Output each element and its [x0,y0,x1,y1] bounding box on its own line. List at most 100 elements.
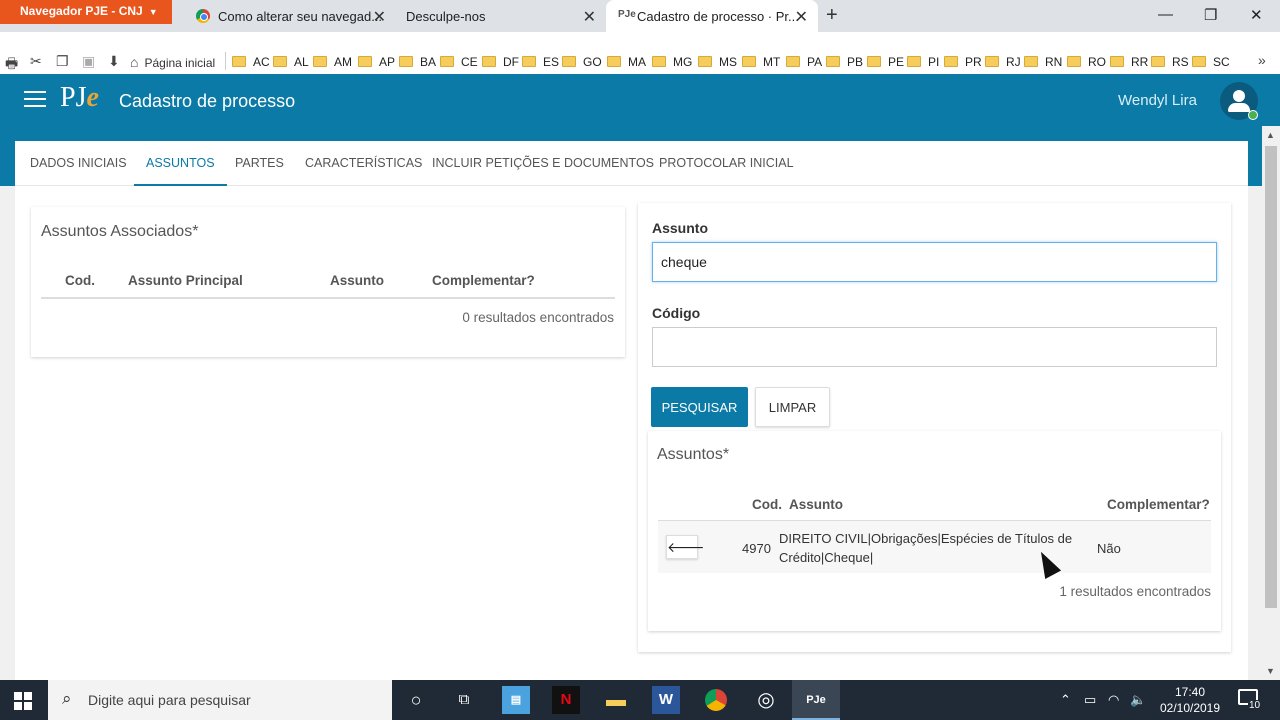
bookmark-label: ES [543,55,560,69]
bookmark-label: RR [1131,55,1149,69]
bookmark-folder[interactable]: RJ [985,55,1021,69]
close-icon[interactable]: ✕ [583,7,596,27]
folder-icon [742,56,756,67]
user-name[interactable]: Wendyl Lira [1118,92,1197,109]
bookmark-folder[interactable]: RS [1151,55,1189,69]
home-label: Página inicial [144,56,216,70]
row-complement: Não [1097,541,1121,556]
paste-icon[interactable]: ▣ [82,53,95,70]
bookmark-folder[interactable]: PE [867,55,904,69]
bookmark-folder[interactable]: PA [786,55,822,69]
bookmark-folder[interactable]: GO [562,55,602,69]
bookmark-label: SC [1213,55,1230,69]
bookmark-folder[interactable]: PB [826,55,863,69]
bookmark-folder[interactable]: MT [742,55,780,69]
bookmark-folder[interactable]: MG [652,55,692,69]
bookmark-folder[interactable]: AC [232,55,270,69]
page-title: Cadastro de processo [119,91,296,111]
page-scrollbar[interactable]: ▲ ▼ [1262,126,1280,680]
bookmark-folder[interactable]: RO [1067,55,1106,69]
obs-icon[interactable]: ◎ [752,686,780,714]
bookmark-folder[interactable]: ES [522,55,559,69]
volume-icon[interactable]: 🔈 [1130,692,1146,708]
tab-label: Cadastro de processo · Pr... [637,9,799,24]
wifi-icon[interactable]: ◠ [1108,692,1119,708]
netflix-icon[interactable]: N [552,686,580,714]
tab-label: Desculpe-nos [406,9,486,24]
word-icon[interactable]: W [652,686,680,714]
cut-icon[interactable]: ✂ [30,53,42,70]
windows-start-icon[interactable] [14,692,32,710]
bookmark-folder[interactable]: BA [399,55,436,69]
subject-input[interactable] [652,242,1217,282]
folder-icon [944,56,958,67]
folder-icon [399,56,413,67]
bookmark-folder[interactable]: MA [607,55,646,69]
bookmark-folder[interactable]: AP [358,55,395,69]
window-close-icon[interactable]: ✕ [1250,6,1263,24]
row-subject-line2: Crédito|Cheque| [779,550,874,565]
system-clock[interactable]: 17:40 02/10/2019 [1150,684,1230,716]
scrollbar-thumb[interactable] [1265,146,1277,608]
search-button[interactable]: PESQUISAR [651,387,748,427]
row-subject-line1: DIREITO CIVIL|Obrigações|Espécies de Tít… [779,531,1073,546]
bookmark-label: AM [334,55,352,69]
code-input[interactable] [652,327,1217,367]
pje-taskbar-icon[interactable]: PJe [802,686,830,714]
bookmark-folder[interactable]: MS [698,55,737,69]
tab-dados-iniciais[interactable]: DADOS INICIAIS [30,156,127,170]
bookmark-folder[interactable]: AL [273,55,309,69]
close-icon[interactable]: ✕ [795,7,808,27]
tab-incluir-peticoes[interactable]: INCLUIR PETIÇÕES E DOCUMENTOS [432,156,654,170]
clear-button[interactable]: LIMPAR [755,387,830,427]
column-header-complement: Complementar? [1107,497,1210,512]
menu-icon[interactable] [24,91,46,107]
search-icon: ⌕ [62,689,72,708]
bookmark-label: MT [763,55,781,69]
bookmark-folder[interactable]: AM [313,55,352,69]
bookmark-folder[interactable]: DF [482,55,519,69]
home-bookmark[interactable]: ⌂ Página inicial [130,54,215,70]
table-row: 🡐 4970 DIREITO CIVIL|Obrigações|Espécies… [658,521,1211,573]
bookmark-folder[interactable]: SC [1192,55,1230,69]
browser-tab-2[interactable]: Desculpe-nos ✕ [400,0,606,32]
minimize-icon[interactable]: — [1158,6,1173,23]
store-icon[interactable]: ▤ [502,686,530,714]
profile-button[interactable]: Navegador PJE - CNJ ▼ [0,0,172,24]
taskbar-search[interactable]: ⌕ Digite aqui para pesquisar [48,680,392,720]
logo-text: PJ [60,82,87,113]
bookmark-label: PA [807,55,823,69]
subject-search-panel: Assunto Código PESQUISAR LIMPAR Assuntos… [638,203,1231,652]
column-header-subject: Assunto [789,497,843,512]
copy-icon[interactable]: ❐ [56,53,69,70]
download-icon[interactable]: ⬇ [108,53,120,70]
browser-tab-3[interactable]: PJe Cadastro de processo · Pr... ✕ [606,0,818,32]
bookmark-folder[interactable]: RR [1110,55,1148,69]
tab-partes[interactable]: PARTES [235,156,284,170]
close-icon[interactable]: ✕ [373,7,386,27]
avatar[interactable] [1220,82,1258,120]
scroll-up-icon[interactable]: ▲ [1266,130,1275,140]
chevron-up-icon[interactable]: ⌃ [1060,692,1071,708]
cortana-icon[interactable]: ○ [402,686,430,714]
code-label: Código [652,305,701,321]
more-bookmarks-icon[interactable]: » [1258,52,1266,68]
bookmark-folder[interactable]: PI [907,55,939,69]
tab-caracteristicas[interactable]: CARACTERÍSTICAS [305,156,422,170]
file-explorer-icon[interactable]: ▬ [602,686,630,714]
tab-protocolar-inicial[interactable]: PROTOCOLAR INICIAL [659,156,794,170]
bookmark-folder[interactable]: PR [944,55,982,69]
bookmark-folder[interactable]: CE [440,55,478,69]
online-status-icon [1248,110,1258,120]
task-view-icon[interactable]: ⧉ [450,686,478,714]
bookmark-folder[interactable]: RN [1024,55,1062,69]
new-tab-button[interactable]: + [826,4,838,27]
add-subject-button[interactable]: 🡐 [666,535,705,559]
browser-tab-1[interactable]: Como alterar seu navegad... ✕ [184,0,396,32]
chrome-taskbar-icon[interactable] [702,686,730,714]
folder-icon [1151,56,1165,67]
tab-assuntos[interactable]: ASSUNTOS [134,156,227,186]
restore-icon[interactable]: ❐ [1204,6,1217,24]
battery-icon[interactable]: ▭ [1084,692,1096,708]
scroll-down-icon[interactable]: ▼ [1266,666,1275,676]
